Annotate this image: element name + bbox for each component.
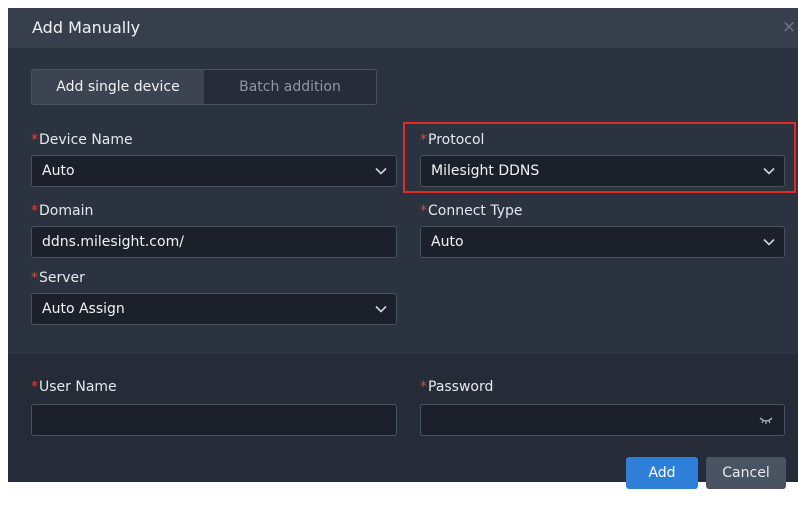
eye-closed-icon[interactable] (758, 405, 774, 435)
server-select[interactable]: Auto Assign (31, 293, 397, 325)
cancel-button[interactable]: Cancel (706, 457, 786, 489)
domain-input[interactable]: ddns.milesight.com/ (31, 226, 397, 258)
domain-label: *Domain (31, 203, 94, 219)
add-button[interactable]: Add (626, 457, 698, 489)
required-mark: * (31, 132, 38, 148)
connect-type-value: Auto (431, 234, 464, 250)
domain-value: ddns.milesight.com/ (42, 234, 184, 250)
chevron-down-icon (762, 227, 776, 257)
connect-type-select[interactable]: Auto (420, 226, 785, 258)
password-input[interactable] (420, 404, 785, 436)
chevron-down-icon (374, 156, 388, 186)
user-name-input[interactable] (31, 404, 397, 436)
connect-type-label: *Connect Type (420, 203, 523, 219)
dialog-title: Add Manually (32, 18, 141, 37)
device-name-value: Auto (42, 163, 75, 179)
tab-add-single-device[interactable]: Add single device (32, 70, 204, 104)
device-name-label: *Device Name (31, 132, 133, 148)
add-mode-tabs: Add single device Batch addition (31, 69, 377, 105)
chevron-down-icon (762, 156, 776, 186)
dialog-title-bar: Add Manually × (8, 8, 798, 48)
close-icon[interactable]: × (780, 16, 798, 38)
protocol-select[interactable]: Milesight DDNS (420, 155, 785, 187)
server-value: Auto Assign (42, 301, 125, 317)
server-label: *Server (31, 270, 85, 286)
password-label: *Password (420, 379, 494, 395)
device-name-select[interactable]: Auto (31, 155, 397, 187)
user-name-label: *User Name (31, 379, 117, 395)
protocol-label: *Protocol (420, 132, 485, 148)
tab-batch-addition[interactable]: Batch addition (204, 70, 376, 104)
chevron-down-icon (374, 294, 388, 324)
protocol-value: Milesight DDNS (431, 163, 540, 179)
